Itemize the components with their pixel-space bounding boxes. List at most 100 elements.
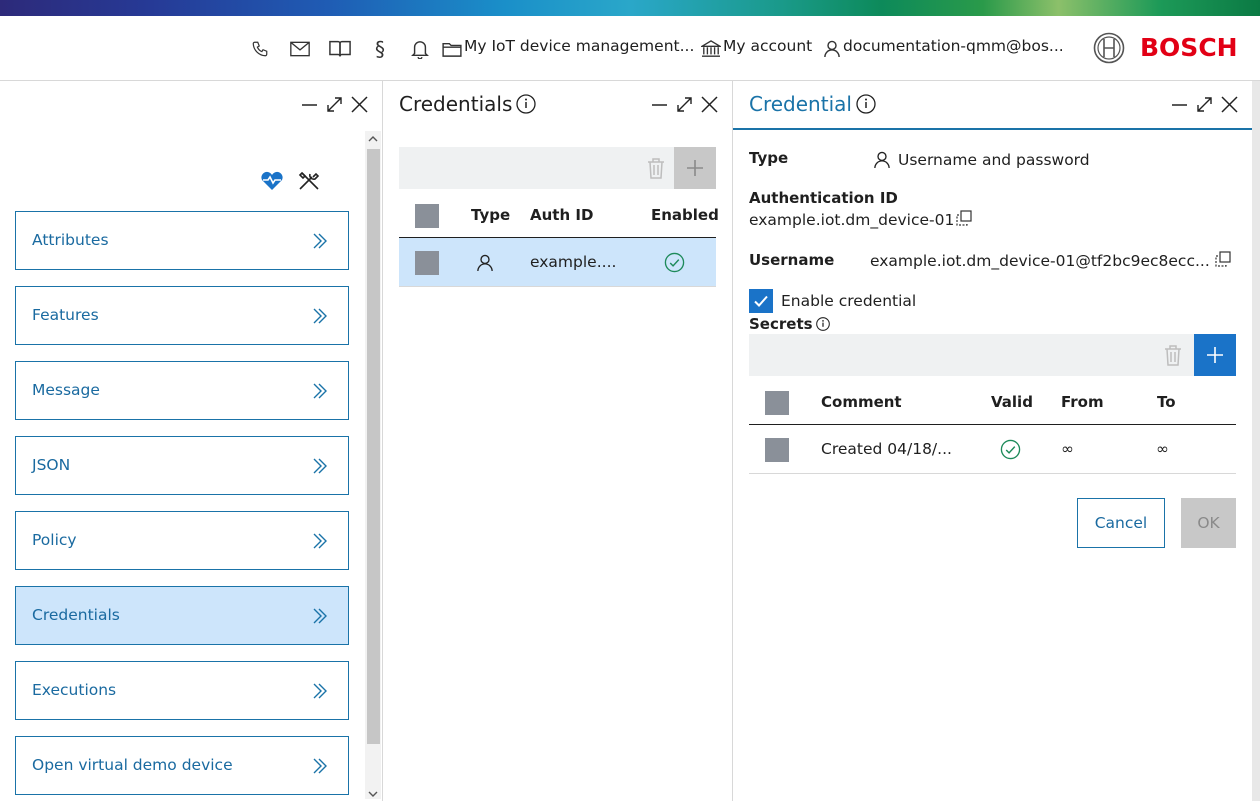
minimize-icon[interactable] <box>1170 95 1189 114</box>
minimize-icon[interactable] <box>300 95 319 114</box>
maximize-icon[interactable] <box>675 95 694 114</box>
heart-pulse-icon[interactable] <box>260 170 284 192</box>
column-enabled[interactable]: Enabled <box>651 206 719 224</box>
info-icon[interactable] <box>516 94 537 114</box>
nav-item-message[interactable]: Message <box>15 361 349 420</box>
nav-item-label: Message <box>32 381 100 399</box>
nav-item-policy[interactable]: Policy <box>15 511 349 570</box>
tools-icon[interactable] <box>297 170 321 192</box>
copy-icon[interactable] <box>956 210 972 226</box>
brand-stripe <box>0 0 1260 16</box>
add-secret-button[interactable] <box>1194 334 1236 376</box>
credentials-table-header: Type Auth ID Enabled <box>399 193 719 238</box>
table-row[interactable]: example.... <box>399 238 716 287</box>
mail-icon[interactable] <box>289 38 311 60</box>
close-icon[interactable] <box>700 95 719 114</box>
trash-icon[interactable] <box>646 157 666 179</box>
type-label: Type <box>749 149 789 167</box>
maximize-icon[interactable] <box>325 95 344 114</box>
double-chevron-right-icon <box>313 233 327 249</box>
ok-button[interactable]: OK <box>1181 498 1236 548</box>
nav-item-features[interactable]: Features <box>15 286 349 345</box>
secret-to: ∞ <box>1156 440 1169 458</box>
project-link[interactable]: My IoT device management... <box>464 37 694 55</box>
maximize-icon[interactable] <box>1195 95 1214 114</box>
nav-item-label: Credentials <box>32 606 120 624</box>
credentials-title: Credentials <box>399 92 537 116</box>
secret-from: ∞ <box>1061 440 1074 458</box>
secret-comment: Created 04/18/... <box>821 440 952 458</box>
credential-detail-panel: Credential Type Username and password Au… <box>733 81 1260 801</box>
mid-window-controls <box>650 95 719 114</box>
plus-icon <box>687 160 703 176</box>
copy-icon[interactable] <box>1215 251 1231 267</box>
right-window-controls <box>1170 95 1239 114</box>
nav-tools <box>260 170 321 192</box>
enable-credential-label: Enable credential <box>781 292 917 310</box>
check-circle-icon <box>1000 439 1021 460</box>
username-value: example.iot.dm_device-01@tf2bc9ec8ecc... <box>870 252 1210 270</box>
enable-credential-checkbox[interactable] <box>749 289 773 313</box>
scroll-down-icon[interactable] <box>368 789 378 799</box>
credentials-panel: Credentials Type Auth ID Enabled example… <box>383 81 733 801</box>
column-type[interactable]: Type <box>471 206 510 224</box>
credentials-title-text: Credentials <box>399 92 513 116</box>
nav-item-label: Executions <box>32 681 117 699</box>
cancel-button[interactable]: Cancel <box>1077 498 1165 548</box>
row-checkbox[interactable] <box>765 438 789 462</box>
scrollbar[interactable] <box>365 131 381 799</box>
paragraph-icon[interactable]: § <box>369 37 391 61</box>
plus-icon <box>1207 347 1223 363</box>
select-all-checkbox[interactable] <box>765 391 789 415</box>
nav-item-json[interactable]: JSON <box>15 436 349 495</box>
column-auth-id[interactable]: Auth ID <box>530 206 593 224</box>
info-icon[interactable] <box>856 94 876 114</box>
nav-item-attributes[interactable]: Attributes <box>15 211 349 270</box>
credentials-toolbar <box>399 147 716 189</box>
folder-icon[interactable] <box>441 38 463 60</box>
column-to[interactable]: To <box>1157 393 1176 411</box>
credential-title: Credential <box>749 92 876 116</box>
column-comment[interactable]: Comment <box>821 393 902 411</box>
select-all-checkbox[interactable] <box>415 204 439 228</box>
book-icon[interactable] <box>329 38 351 60</box>
close-icon[interactable] <box>1220 95 1239 114</box>
double-chevron-right-icon <box>313 383 327 399</box>
double-chevron-right-icon <box>313 608 327 624</box>
secrets-label: Secrets <box>749 315 813 333</box>
device-panel: Attributes Features Message JSON Policy Crede… <box>0 81 383 801</box>
title-underline <box>733 128 1260 130</box>
bank-icon[interactable] <box>700 38 722 60</box>
username-label: Username <box>749 251 835 269</box>
minimize-icon[interactable] <box>650 95 669 114</box>
nav-item-open-virtual-demo-device[interactable]: Open virtual demo device <box>15 736 349 795</box>
user-icon[interactable] <box>821 38 843 60</box>
nav-item-label: Policy <box>32 531 77 549</box>
check-icon <box>754 295 768 307</box>
info-icon[interactable] <box>815 317 830 331</box>
user-link[interactable]: documentation-qmm@bos... <box>843 37 1064 55</box>
column-valid[interactable]: Valid <box>991 393 1033 411</box>
window-edge <box>1252 81 1260 801</box>
scroll-thumb[interactable] <box>367 149 380 744</box>
scroll-up-icon[interactable] <box>368 134 378 144</box>
nav-item-label: Open virtual demo device <box>32 756 233 774</box>
nav-item-credentials[interactable]: Credentials <box>15 586 349 645</box>
close-icon[interactable] <box>350 95 369 114</box>
trash-icon[interactable] <box>1163 344 1183 366</box>
auth-id-value: example.iot.dm_device-01 <box>749 211 955 229</box>
bosch-wordmark: BOSCH <box>1140 33 1238 62</box>
bosch-armature-logo <box>1093 32 1125 64</box>
table-row[interactable]: Created 04/18/... ∞ ∞ <box>749 425 1236 474</box>
auth-id-label: Authentication ID <box>749 189 898 207</box>
nav-item-executions[interactable]: Executions <box>15 661 349 720</box>
nav-item-label: Attributes <box>32 231 109 249</box>
top-header: § My IoT device management... My account… <box>0 16 1260 81</box>
bell-icon[interactable] <box>409 38 431 60</box>
row-checkbox[interactable] <box>415 251 439 275</box>
column-from[interactable]: From <box>1061 393 1104 411</box>
account-link[interactable]: My account <box>723 37 812 55</box>
add-credential-button[interactable] <box>674 147 716 189</box>
phone-icon[interactable] <box>249 38 271 60</box>
row-auth-id: example.... <box>530 253 617 271</box>
